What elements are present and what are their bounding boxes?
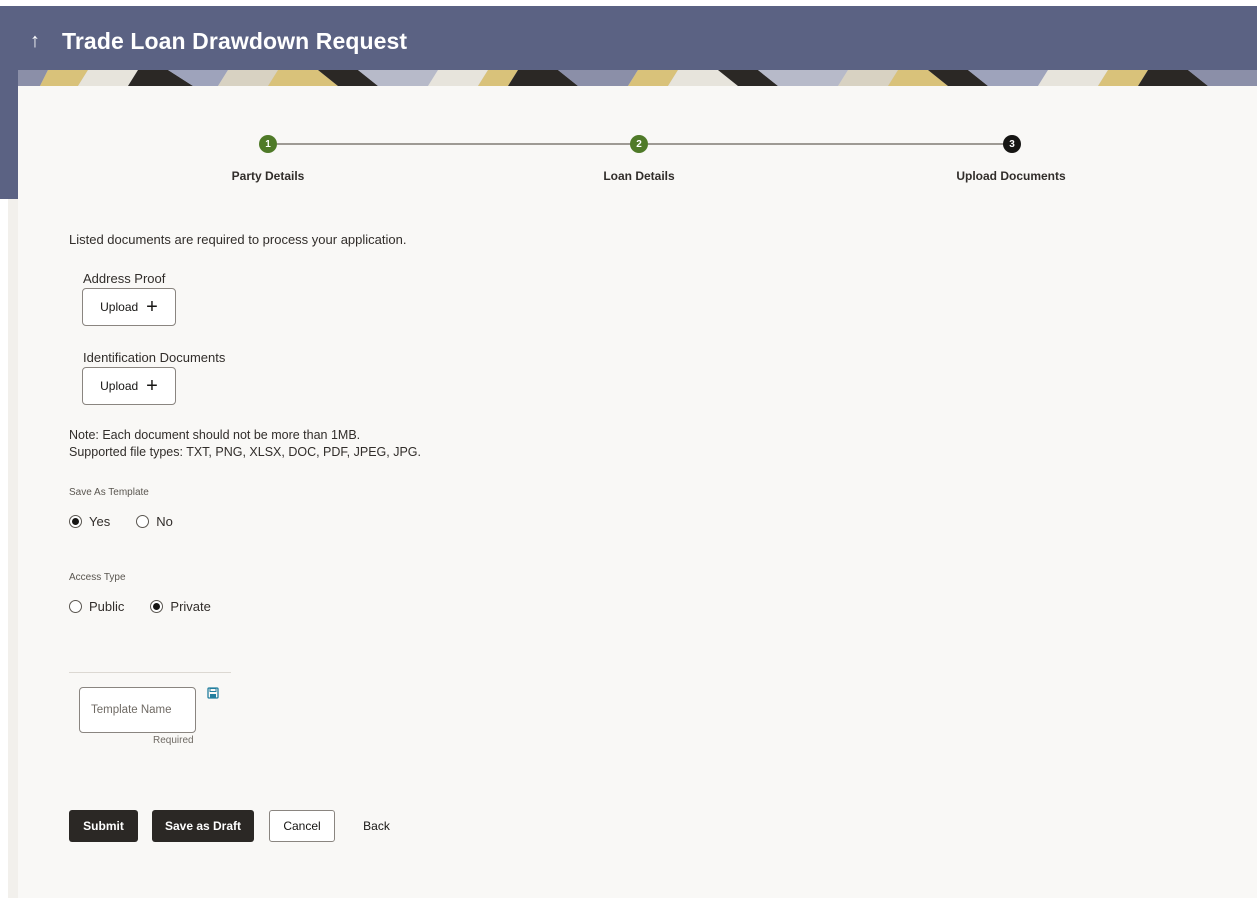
decorative-banner-pattern xyxy=(18,70,1257,86)
identification-documents-label: Identification Documents xyxy=(83,350,226,365)
save-template-no-radio[interactable]: No xyxy=(136,514,173,529)
radio-unselected-icon xyxy=(69,600,82,613)
access-type-radio-group: Public Private xyxy=(69,599,237,614)
step-3-label: Upload Documents xyxy=(956,169,1066,183)
access-type-label: Access Type xyxy=(69,572,126,583)
save-as-draft-button[interactable]: Save as Draft xyxy=(152,810,254,842)
upload-button-label: Upload xyxy=(100,379,139,393)
submit-button[interactable]: Submit xyxy=(69,810,138,842)
file-size-note: Note: Each document should not be more t… xyxy=(69,428,361,442)
file-types-note: Supported file types: TXT, PNG, XLSX, DO… xyxy=(69,445,421,459)
step-2-indicator[interactable]: 2 xyxy=(630,135,648,153)
radio-selected-icon xyxy=(69,515,82,528)
access-private-radio[interactable]: Private xyxy=(150,599,211,614)
template-name-input[interactable] xyxy=(79,687,196,733)
plus-icon: + xyxy=(146,375,158,397)
step-3-indicator[interactable]: 3 xyxy=(1003,135,1021,153)
required-hint: Required xyxy=(153,735,194,746)
page-title: Trade Loan Drawdown Request xyxy=(62,27,408,54)
radio-label: Yes xyxy=(89,514,111,529)
save-as-template-label: Save As Template xyxy=(69,487,149,498)
radio-label: No xyxy=(156,514,173,529)
step-1-label: Party Details xyxy=(231,169,305,183)
left-shade xyxy=(8,199,18,898)
step-1-indicator[interactable]: 1 xyxy=(259,135,277,153)
radio-unselected-icon xyxy=(136,515,150,528)
upload-identification-documents-button[interactable]: Upload + xyxy=(82,367,176,405)
save-as-template-radio-group: Yes No xyxy=(69,514,199,529)
radio-selected-icon xyxy=(150,600,164,613)
step-connector xyxy=(648,143,1013,145)
upload-address-proof-button[interactable]: Upload + xyxy=(82,288,176,326)
main-content: 1 2 3 Party Details Loan Details Upload … xyxy=(18,86,1257,898)
back-button[interactable]: Back xyxy=(354,810,399,842)
back-arrow-icon[interactable]: ↑ xyxy=(30,30,62,53)
plus-icon: + xyxy=(146,296,158,318)
section-divider xyxy=(69,672,231,673)
documents-intro: Listed documents are required to process… xyxy=(69,232,407,247)
address-proof-label: Address Proof xyxy=(83,271,166,286)
radio-label: Private xyxy=(170,599,211,614)
radio-label: Public xyxy=(89,599,125,614)
step-2-label: Loan Details xyxy=(603,169,675,183)
save-template-yes-radio[interactable]: Yes xyxy=(69,514,110,529)
access-public-radio[interactable]: Public xyxy=(69,599,124,614)
progress-stepper: 1 2 3 Party Details Loan Details Upload … xyxy=(18,86,1257,196)
cancel-button[interactable]: Cancel xyxy=(269,810,335,842)
upload-button-label: Upload xyxy=(100,300,139,314)
title-row: ↑ Trade Loan Drawdown Request xyxy=(30,23,407,59)
step-connector xyxy=(277,143,639,145)
save-icon[interactable] xyxy=(207,687,219,699)
